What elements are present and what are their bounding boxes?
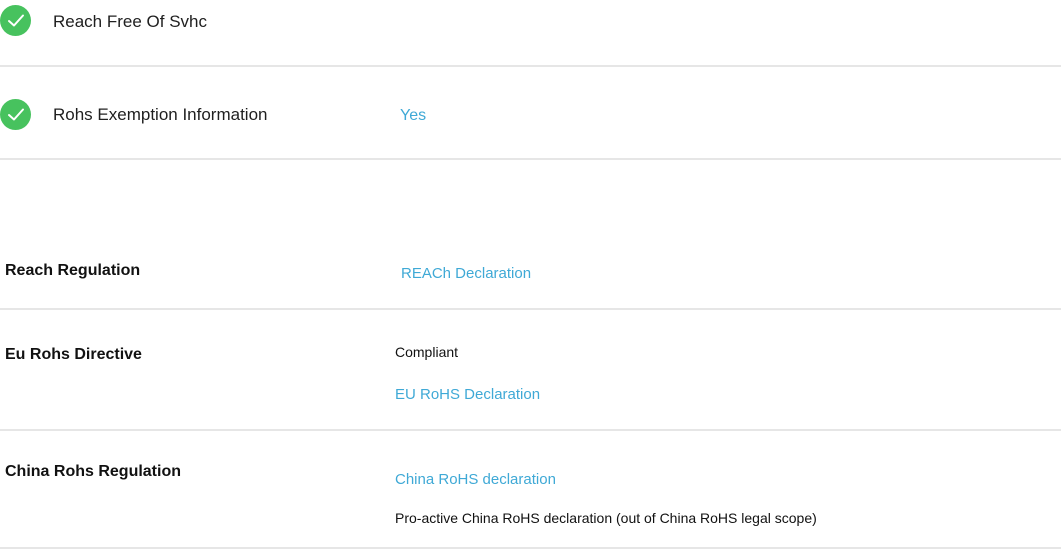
reach-declaration-link[interactable]: REACh Declaration bbox=[401, 265, 531, 282]
eu-rohs-status: Compliant bbox=[395, 344, 459, 360]
divider bbox=[0, 158, 1061, 160]
divider bbox=[0, 547, 1061, 549]
eu-rohs-declaration-link[interactable]: EU RoHS Declaration bbox=[395, 386, 540, 403]
china-rohs-regulation-title: China Rohs Regulation bbox=[5, 463, 181, 480]
check-circle-icon bbox=[0, 5, 31, 36]
rohs-exemption-value-link[interactable]: Yes bbox=[400, 107, 426, 125]
eu-rohs-directive-title: Eu Rohs Directive bbox=[5, 346, 142, 363]
divider bbox=[0, 308, 1061, 310]
reach-free-of-svhc-label: Reach Free Of Svhc bbox=[53, 12, 208, 31]
divider bbox=[0, 429, 1061, 431]
china-rohs-note: Pro-active China RoHS declaration (out o… bbox=[395, 510, 817, 526]
china-rohs-declaration-link[interactable]: China RoHS declaration bbox=[395, 471, 556, 488]
reach-regulation-title: Reach Regulation bbox=[5, 262, 141, 279]
divider bbox=[0, 65, 1061, 67]
rohs-exemption-label: Rohs Exemption Information bbox=[53, 105, 268, 124]
check-circle-icon bbox=[0, 99, 31, 130]
compliance-panel: Reach Free Of Svhc Rohs Exemption Inform… bbox=[0, 0, 1061, 550]
